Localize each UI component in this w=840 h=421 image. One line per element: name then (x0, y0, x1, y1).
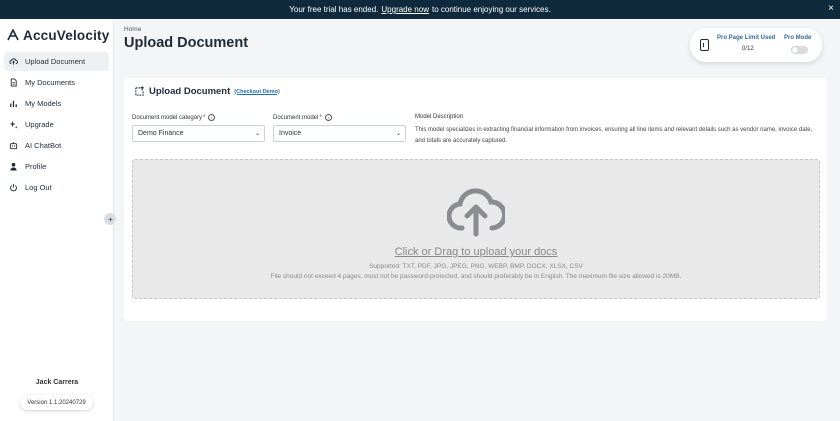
supported-formats-text: Supported: TXT, PDF, JPG, JPEG, PNG, WEB… (369, 263, 583, 270)
banner-text: Your free trial has ended. (289, 5, 379, 14)
chevron-down-icon: ⌄ (395, 131, 401, 137)
category-label-text: Document model category (132, 114, 203, 121)
sidebar-item-label: My Documents (25, 78, 76, 87)
model-select[interactable]: Invoice ⌄ (273, 125, 406, 142)
sidebar: AccuVelocity Upload Document My Document… (0, 19, 114, 421)
file-dropzone[interactable]: Click or Drag to upload your docs Suppor… (132, 159, 820, 299)
upload-panel: Upload Document (Checkout Demo) Document… (124, 78, 827, 321)
cloud-upload-icon (447, 188, 505, 237)
bar-chart-icon (9, 99, 18, 108)
category-label: Document model category * i (132, 114, 216, 121)
sidebar-item-my-models[interactable]: My Models (4, 94, 109, 113)
category-value: Demo Finance (138, 130, 184, 137)
checkout-demo-link[interactable]: (Checkout Demo) (234, 89, 280, 95)
pro-usage-card: Pro Page Limit Used 0/12 Pro Mode (690, 28, 822, 62)
collapse-sidebar-button[interactable] (104, 213, 116, 225)
model-label-text: Document model (273, 114, 319, 121)
sidebar-item-my-documents[interactable]: My Documents (4, 73, 109, 92)
model-description-label: Model Description (415, 114, 464, 120)
upgrade-now-link[interactable]: Upgrade now (381, 5, 429, 14)
logo-icon (7, 29, 19, 41)
upload-doc-icon (135, 86, 144, 96)
info-icon[interactable]: i (324, 114, 332, 121)
sidebar-item-upload-document[interactable]: Upload Document (4, 52, 109, 71)
sidebar-item-label: Profile (25, 162, 47, 171)
robot-icon (9, 141, 18, 150)
model-label: Document model * i (273, 114, 332, 121)
sidebar-item-profile[interactable]: Profile (4, 157, 109, 176)
required-mark: * (319, 114, 322, 121)
breadcrumb[interactable]: Home (124, 26, 141, 33)
model-description-text: This model specializes in extracting fin… (415, 127, 813, 144)
sidebar-item-label: Upload Document (25, 57, 86, 66)
category-select[interactable]: Demo Finance ⌄ (132, 125, 265, 142)
page-title: Upload Document (124, 35, 249, 51)
info-icon[interactable]: i (208, 114, 216, 121)
dropzone-main-text[interactable]: Click or Drag to upload your docs (133, 246, 819, 258)
sidebar-item-label: Upgrade (25, 120, 54, 129)
version-badge: Version 1.1.20240729 (20, 395, 93, 410)
panel-title: Upload Document (149, 86, 231, 97)
sidebar-item-label: AI ChatBot (25, 141, 62, 150)
pro-mode-label: Pro Mode (784, 35, 812, 41)
required-mark: * (203, 114, 206, 121)
sidebar-nav: Upload Document My Documents My Models U… (0, 52, 113, 197)
chevron-down-icon: ⌄ (254, 131, 260, 137)
power-icon (9, 183, 18, 192)
model-value: Invoice (279, 130, 302, 137)
logo: AccuVelocity (0, 19, 113, 45)
user-icon (9, 162, 18, 171)
sidebar-item-log-out[interactable]: Log Out (4, 178, 109, 197)
pro-limit-label: Pro Page Limit Used (717, 35, 776, 41)
close-banner-icon[interactable]: × (828, 3, 834, 14)
banner-text-end: to continue enjoying our services. (431, 5, 551, 14)
trial-banner: Your free trial has ended. Upgrade now t… (0, 0, 840, 19)
sidebar-item-label: My Models (25, 99, 62, 108)
collapse-icon (107, 216, 113, 222)
panel-header: Upload Document (Checkout Demo) (134, 86, 280, 97)
sidebar-item-upgrade[interactable]: Upgrade (4, 115, 109, 134)
document-icon (9, 78, 18, 87)
pro-mode-toggle[interactable] (791, 46, 808, 54)
sidebar-item-ai-chatbot[interactable]: AI ChatBot (4, 136, 109, 155)
sidebar-item-label: Log Out (25, 183, 52, 192)
sparkle-icon (9, 120, 18, 129)
page-limit-icon (700, 39, 709, 51)
user-name: Jack Carrera (35, 379, 79, 386)
pro-limit-value: 0/12 (742, 46, 754, 52)
file-constraints-text: File should not exceed 4 pages, must not… (270, 273, 682, 280)
cloud-upload-icon (9, 57, 18, 66)
logo-text: AccuVelocity (23, 27, 110, 43)
